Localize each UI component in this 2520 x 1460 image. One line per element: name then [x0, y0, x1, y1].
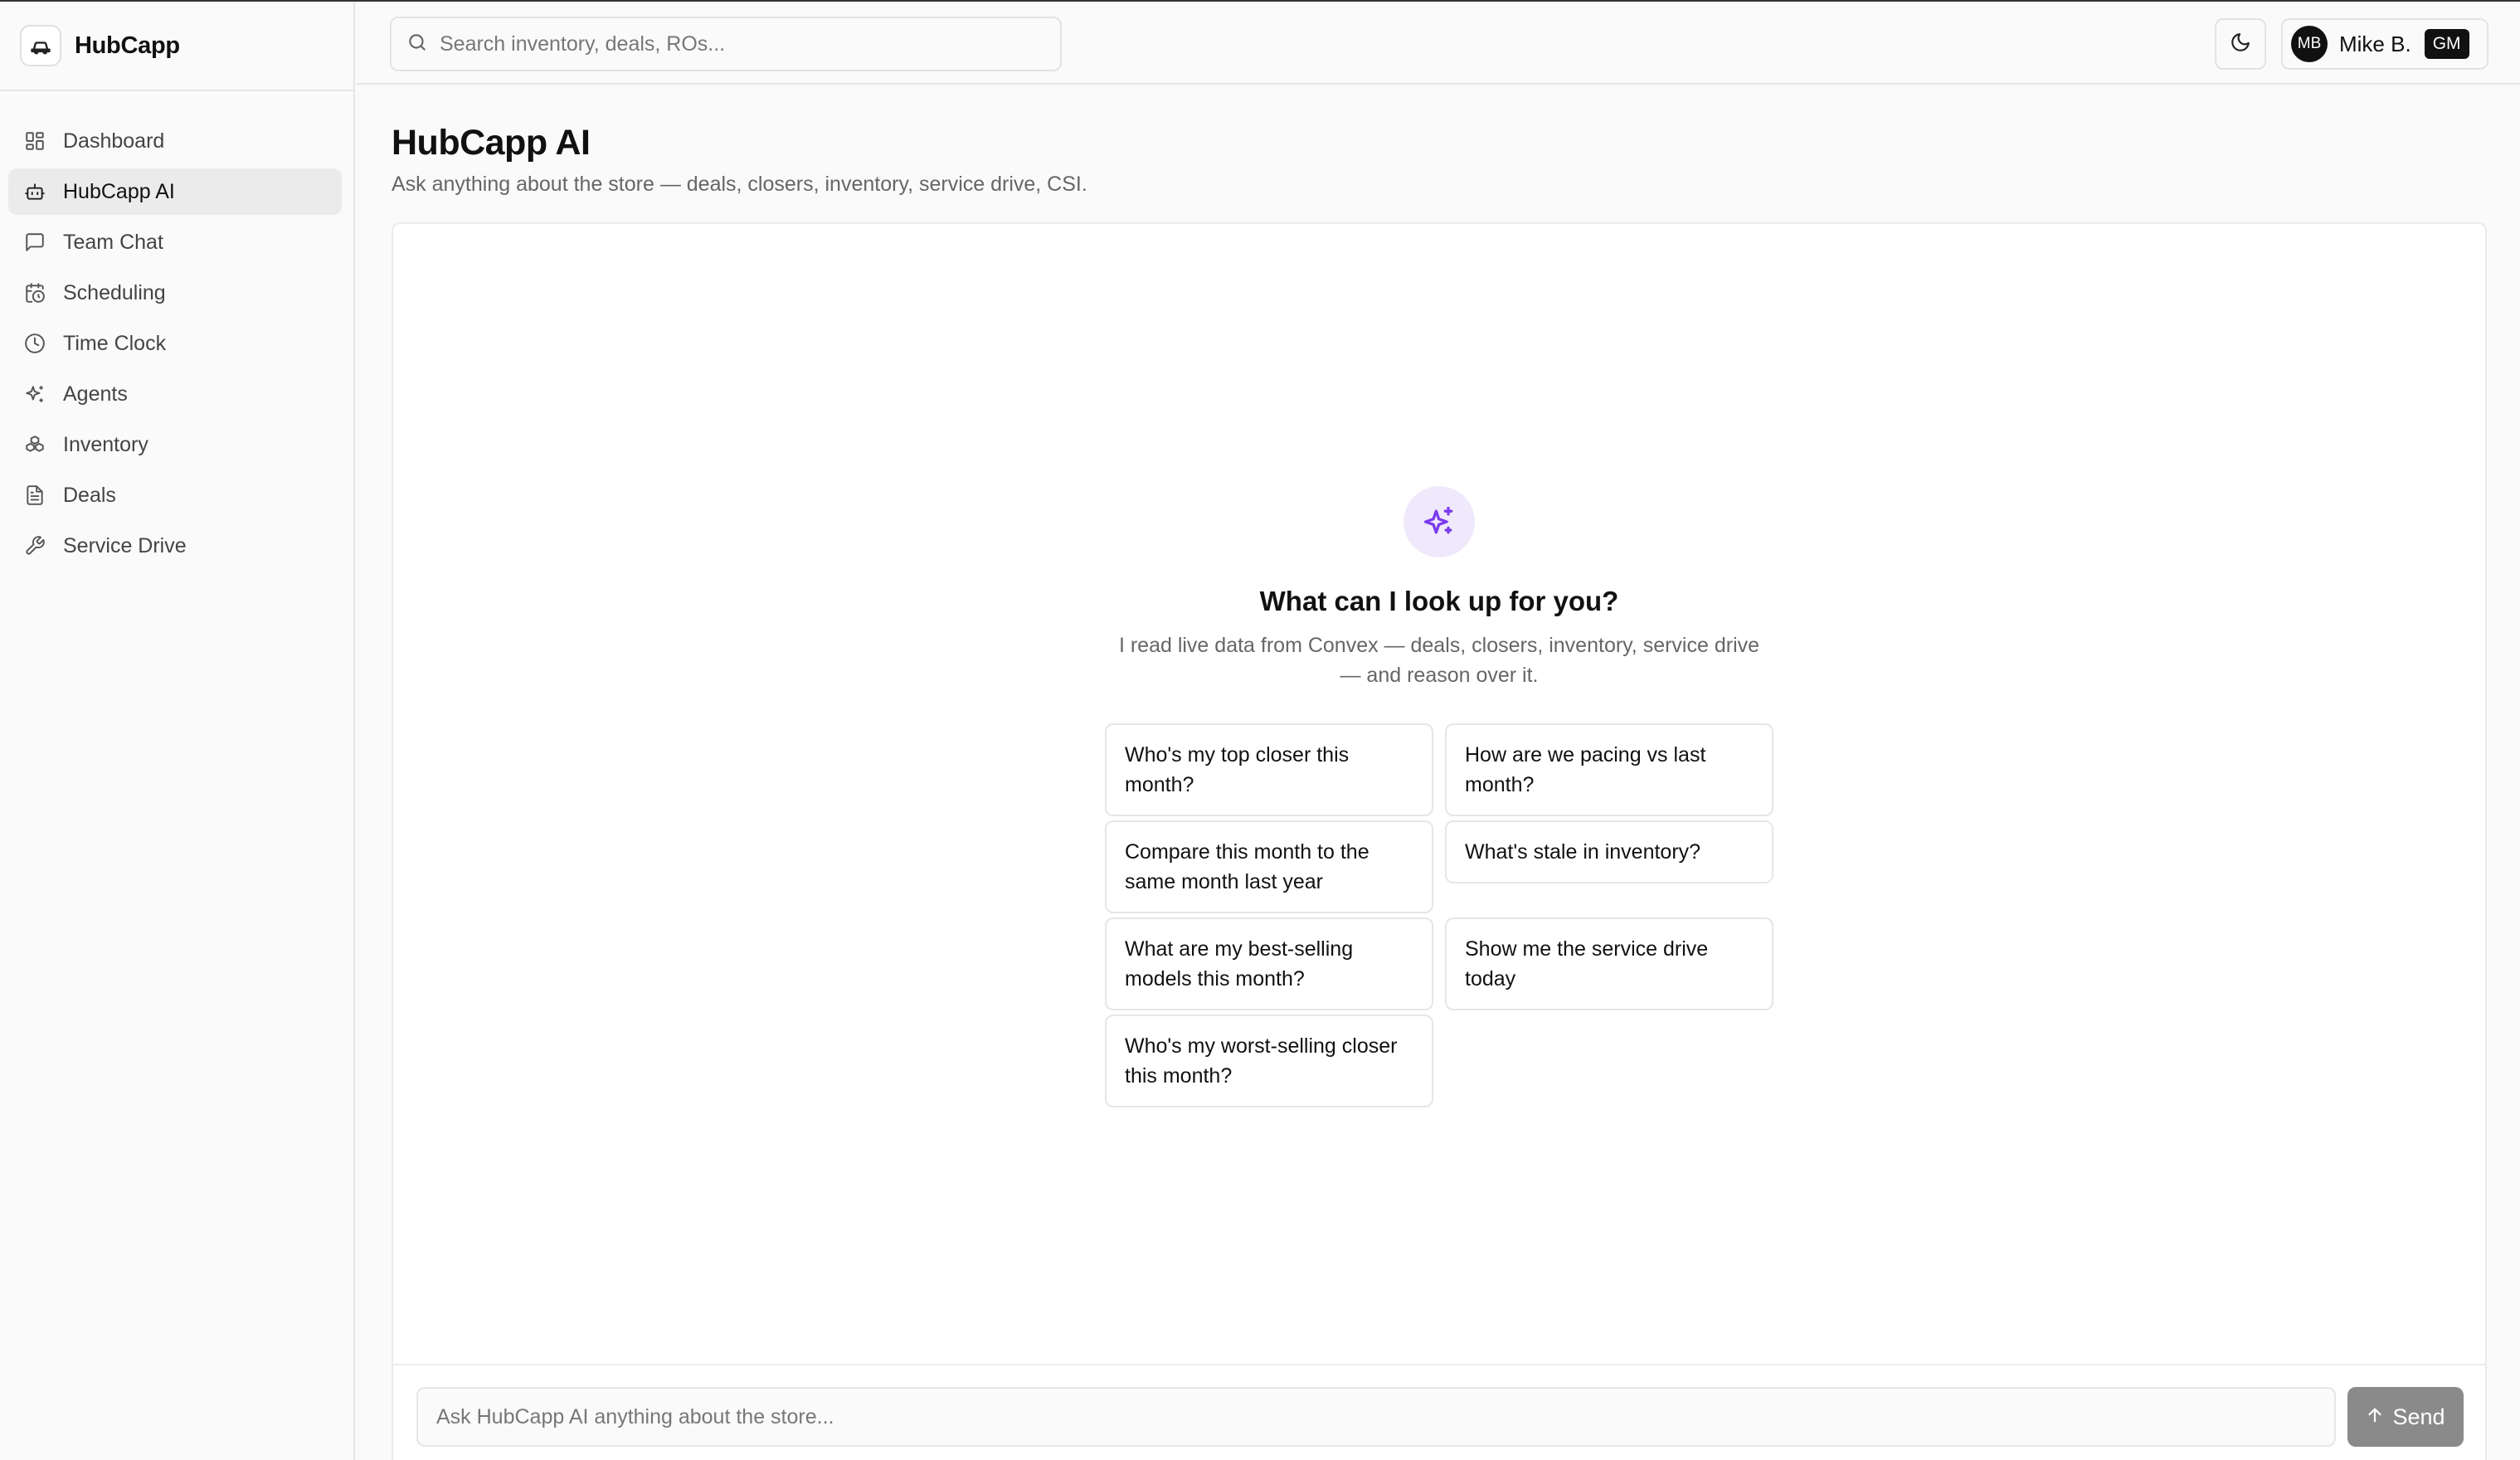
sidebar-item-label: Time Clock — [63, 331, 167, 355]
sidebar-item-label: HubCapp AI — [63, 179, 175, 203]
sidebar-item-label: Inventory — [63, 432, 148, 456]
search-input[interactable] — [440, 32, 1020, 56]
boxes-icon — [23, 433, 46, 456]
suggestion-button[interactable]: Who's my worst-selling closer this month… — [1105, 1015, 1433, 1107]
sidebar-item-label: Scheduling — [63, 280, 166, 304]
brand-name: HubCapp — [75, 32, 180, 59]
user-name: Mike B. — [2339, 31, 2411, 56]
suggestion-button[interactable]: Compare this month to the same month las… — [1105, 820, 1433, 913]
suggestion-button[interactable]: Show me the service drive today — [1445, 917, 1773, 1010]
sidebar-item-dashboard[interactable]: Dashboard — [8, 118, 342, 164]
sparkles-icon — [1404, 486, 1475, 557]
message-square-icon — [23, 231, 46, 254]
sidebar-item-team-chat[interactable]: Team Chat — [8, 219, 342, 265]
send-button[interactable]: Send — [2347, 1387, 2464, 1447]
chat-panel: What can I look up for you? I read live … — [392, 222, 2487, 1460]
empty-state-description: I read live data from Convex — deals, cl… — [1118, 634, 1760, 687]
sidebar-item-time-clock[interactable]: Time Clock — [8, 320, 342, 367]
sidebar-item-hubcapp-ai[interactable]: HubCapp AI — [8, 168, 342, 215]
car-logo-icon — [20, 25, 61, 66]
sidebar-item-scheduling[interactable]: Scheduling — [8, 270, 342, 316]
search-box[interactable] — [390, 17, 1062, 71]
sidebar-nav: Dashboard HubCapp AI Team Chat Schedulin… — [0, 91, 353, 569]
suggestion-button[interactable]: What are my best-selling models this mon… — [1105, 917, 1433, 1010]
sidebar-item-label: Service Drive — [63, 533, 187, 557]
bot-icon — [23, 180, 46, 203]
wrench-icon — [23, 534, 46, 557]
sidebar-item-service-drive[interactable]: Service Drive — [8, 523, 342, 569]
suggestion-button[interactable]: How are we pacing vs last month? — [1445, 723, 1773, 816]
page-title: HubCapp AI — [392, 123, 591, 163]
clock-icon — [23, 332, 46, 355]
user-menu-button[interactable]: MB Mike B. GM — [2281, 18, 2488, 70]
avatar: MB — [2291, 26, 2328, 62]
send-label: Send — [2392, 1404, 2445, 1429]
arrow-up-icon — [2366, 1404, 2384, 1430]
sidebar-item-label: Agents — [63, 382, 128, 406]
theme-toggle-button[interactable] — [2215, 18, 2266, 70]
moon-icon — [2230, 32, 2251, 57]
sidebar-item-label: Team Chat — [63, 230, 163, 254]
file-text-icon — [23, 484, 46, 507]
sidebar: HubCapp Dashboard HubCapp AI Team Chat S… — [0, 2, 355, 1460]
composer-divider — [393, 1364, 2485, 1365]
sidebar-item-label: Deals — [63, 483, 116, 507]
search-icon — [406, 32, 428, 57]
suggestion-button[interactable]: Who's my top closer this month? — [1105, 723, 1433, 816]
page-subtitle: Ask anything about the store — deals, cl… — [392, 173, 1087, 196]
calendar-clock-icon — [23, 281, 46, 304]
role-badge: GM — [2424, 29, 2469, 59]
sidebar-item-label: Dashboard — [63, 129, 165, 153]
chat-input[interactable] — [416, 1387, 2336, 1447]
sidebar-item-inventory[interactable]: Inventory — [8, 421, 342, 468]
sidebar-item-agents[interactable]: Agents — [8, 371, 342, 417]
empty-state-title: What can I look up for you? — [1259, 586, 1619, 616]
suggestion-button[interactable]: What's stale in inventory? — [1445, 820, 1773, 883]
brand[interactable]: HubCapp — [0, 2, 353, 91]
top-bar: MB Mike B. GM — [357, 2, 2520, 85]
sparkles-icon — [23, 382, 46, 406]
dashboard-grid-icon — [23, 129, 46, 153]
sidebar-item-deals[interactable]: Deals — [8, 472, 342, 518]
